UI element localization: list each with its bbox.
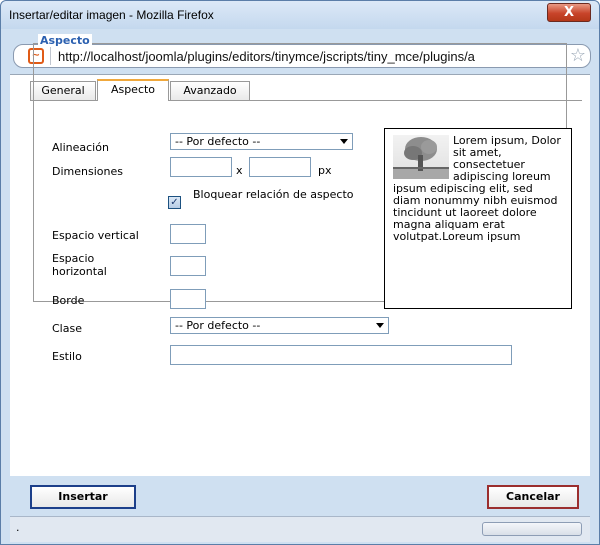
- borde-label: Borde: [52, 294, 85, 307]
- fieldset-legend: Aspecto: [38, 34, 92, 47]
- status-text: .: [16, 521, 20, 534]
- dimension-unit: px: [318, 164, 332, 177]
- width-input[interactable]: [170, 157, 232, 177]
- bloquear-checkbox[interactable]: ✓: [168, 196, 181, 209]
- alineacion-value: -- Por defecto --: [175, 135, 261, 148]
- clase-value: -- Por defecto --: [175, 319, 261, 332]
- insert-button-label: Insertar: [58, 490, 108, 503]
- window-title: Insertar/editar imagen - Mozilla Firefox: [9, 8, 214, 22]
- cancel-button-label: Cancelar: [506, 490, 560, 503]
- status-bar: .: [10, 516, 590, 542]
- dropdown-arrow-icon: [376, 323, 384, 328]
- close-icon: X: [563, 5, 575, 20]
- tab-aspecto[interactable]: Aspecto: [97, 79, 169, 101]
- bookmark-star-icon[interactable]: ☆: [570, 45, 586, 67]
- espacio-vertical-label: Espacio vertical: [52, 229, 139, 242]
- dimension-separator: x: [236, 164, 243, 177]
- dropdown-arrow-icon: [340, 139, 348, 144]
- espacio-horizontal-label: Espacio horizontal: [52, 252, 107, 278]
- tree-thumbnail-icon: [393, 135, 449, 179]
- espacio-horizontal-input[interactable]: [170, 256, 206, 276]
- title-bar[interactable]: Insertar/editar imagen - Mozilla Firefox…: [1, 1, 599, 29]
- bloquear-label: Bloquear relación de aspecto: [193, 188, 354, 201]
- close-button[interactable]: X: [547, 3, 591, 22]
- alineacion-select[interactable]: -- Por defecto --: [170, 133, 353, 150]
- espacio-vertical-input[interactable]: [170, 224, 206, 244]
- estilo-label: Estilo: [52, 350, 82, 363]
- borde-input[interactable]: [170, 289, 206, 309]
- insert-button[interactable]: Insertar: [30, 485, 136, 509]
- image-preview: Lorem ipsum, Dolor sit amet, consectetue…: [384, 128, 572, 309]
- alineacion-label: Alineación: [52, 141, 109, 154]
- height-input[interactable]: [249, 157, 311, 177]
- clase-label: Clase: [52, 322, 82, 335]
- tab-aspecto-label: Aspecto: [110, 83, 156, 96]
- cancel-button[interactable]: Cancelar: [487, 485, 579, 509]
- clase-select[interactable]: -- Por defecto --: [170, 317, 389, 334]
- estilo-input[interactable]: [170, 345, 512, 365]
- checkbox-check-icon: ✓: [170, 197, 179, 208]
- status-progress-bar: [482, 522, 582, 536]
- dimensiones-label: Dimensiones: [52, 165, 123, 178]
